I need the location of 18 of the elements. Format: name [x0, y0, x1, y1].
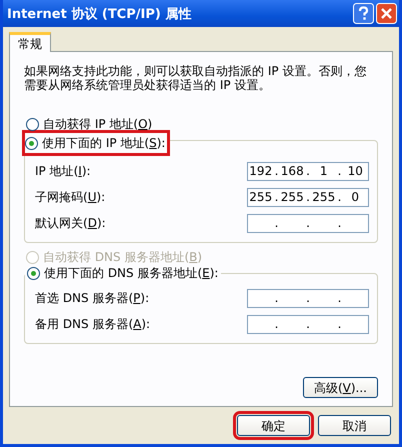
field-label: 子网掩码(U):: [35, 188, 106, 206]
ip-address-field[interactable]: . . .: [247, 214, 369, 232]
field-label: 默认网关(D):: [35, 214, 106, 232]
tab[interactable]: 常规: [9, 32, 51, 52]
window-title: Internet 协议 (TCP/IP) 属性: [7, 6, 192, 22]
field-label: 备用 DNS 服务器(A):: [35, 316, 150, 332]
intro-text: 如果网络支持此功能，则可以获取自动指派的 IP 设置。否则，您需要从网络系统管理员处获得适当的 IP 设置。: [24, 64, 368, 92]
ip-address-field[interactable]: . . .: [247, 314, 369, 334]
ip-address-field[interactable]: . . .: [247, 288, 369, 308]
cancel-button[interactable]: 取消: [318, 415, 391, 436]
close-icon[interactable]: [376, 3, 397, 24]
field-label: 首选 DNS 服务器(P):: [35, 290, 150, 306]
help-icon[interactable]: [353, 3, 374, 24]
field-label: IP 地址(I):: [35, 162, 91, 180]
ip-address-field[interactable]: 255 . 255 . 255 . 0: [247, 188, 369, 206]
advanced-button[interactable]: 高级(V)...: [302, 377, 378, 398]
radio-option[interactable]: 使用下面的 IP 地址(S):: [22, 130, 170, 156]
ip-address-field[interactable]: 192 . 168 . 1 . 10: [247, 162, 369, 180]
